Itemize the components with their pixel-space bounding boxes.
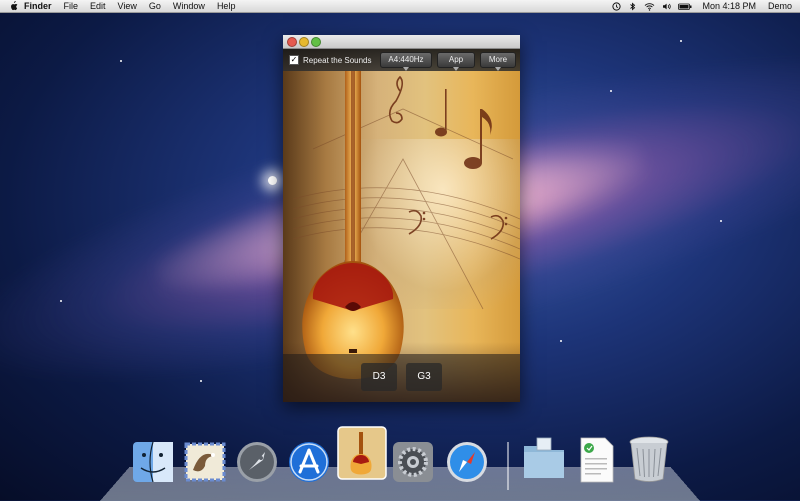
star xyxy=(268,176,277,185)
star xyxy=(680,40,682,42)
app-button[interactable]: App xyxy=(437,52,475,71)
document-icon[interactable] xyxy=(577,436,617,484)
star xyxy=(720,220,722,222)
safari-icon[interactable] xyxy=(445,440,489,484)
instrument-dombra[interactable] xyxy=(283,49,520,402)
minimize-button[interactable] xyxy=(299,37,309,47)
instrument-view: ✓ Repeat the Sounds A4:440Hz App More D3… xyxy=(283,49,520,402)
more-button[interactable]: More xyxy=(480,52,516,71)
menu-finder[interactable]: Finder xyxy=(24,0,52,12)
system-preferences-icon[interactable] xyxy=(391,440,435,484)
time-machine-icon[interactable] xyxy=(612,1,622,11)
star xyxy=(120,60,122,62)
star xyxy=(60,300,62,302)
note-button-g3[interactable]: G3 xyxy=(406,363,442,391)
bluetooth-icon[interactable] xyxy=(628,2,637,11)
menu-bar-user[interactable]: Demo xyxy=(768,1,792,11)
menu-file[interactable]: File xyxy=(64,0,79,12)
menu-bar-right: Mon 4:18 PM Demo xyxy=(605,1,792,11)
app-window: ✓ Repeat the Sounds A4:440Hz App More D3… xyxy=(283,35,520,402)
menu-go[interactable]: Go xyxy=(149,0,161,12)
repeat-sounds-checkbox[interactable]: ✓ xyxy=(289,55,299,65)
trash-icon[interactable] xyxy=(627,434,671,484)
menu-view[interactable]: View xyxy=(118,0,137,12)
zoom-button[interactable] xyxy=(311,37,321,47)
close-button[interactable] xyxy=(287,37,297,47)
menu-bar-left: Finder File Edit View Go Window Help xyxy=(0,0,247,12)
menu-help[interactable]: Help xyxy=(217,0,236,12)
menu-bar: Finder File Edit View Go Window Help Mon… xyxy=(0,0,800,13)
note-button-d3[interactable]: D3 xyxy=(361,363,397,391)
finder-icon[interactable] xyxy=(131,440,175,484)
tuning-button-label: A4:440Hz xyxy=(388,55,424,64)
menu-window[interactable]: Window xyxy=(173,0,205,12)
chevron-down-icon xyxy=(403,67,409,71)
star xyxy=(560,340,562,342)
instrument-app-icon[interactable] xyxy=(337,426,387,480)
applications-folder-icon[interactable] xyxy=(521,436,567,482)
tuning-button[interactable]: A4:440Hz xyxy=(380,52,432,71)
more-button-label: More xyxy=(488,55,508,64)
chevron-down-icon xyxy=(495,67,501,71)
note-bar xyxy=(283,354,520,402)
apple-menu-icon[interactable] xyxy=(8,1,18,11)
menu-bar-clock[interactable]: Mon 4:18 PM xyxy=(702,1,756,11)
dock-separator xyxy=(507,442,509,490)
volume-icon[interactable] xyxy=(662,2,672,11)
repeat-sounds-label[interactable]: Repeat the Sounds xyxy=(303,56,372,65)
chevron-down-icon xyxy=(453,67,459,71)
launchpad-icon[interactable] xyxy=(235,440,279,484)
wifi-icon[interactable] xyxy=(644,2,655,11)
app-store-icon[interactable] xyxy=(287,440,331,484)
app-button-label: App xyxy=(448,55,464,64)
star xyxy=(200,380,202,382)
mail-icon[interactable] xyxy=(183,440,227,484)
star xyxy=(610,90,612,92)
window-titlebar[interactable] xyxy=(283,35,520,49)
battery-icon[interactable] xyxy=(678,2,692,11)
menu-edit[interactable]: Edit xyxy=(90,0,106,12)
